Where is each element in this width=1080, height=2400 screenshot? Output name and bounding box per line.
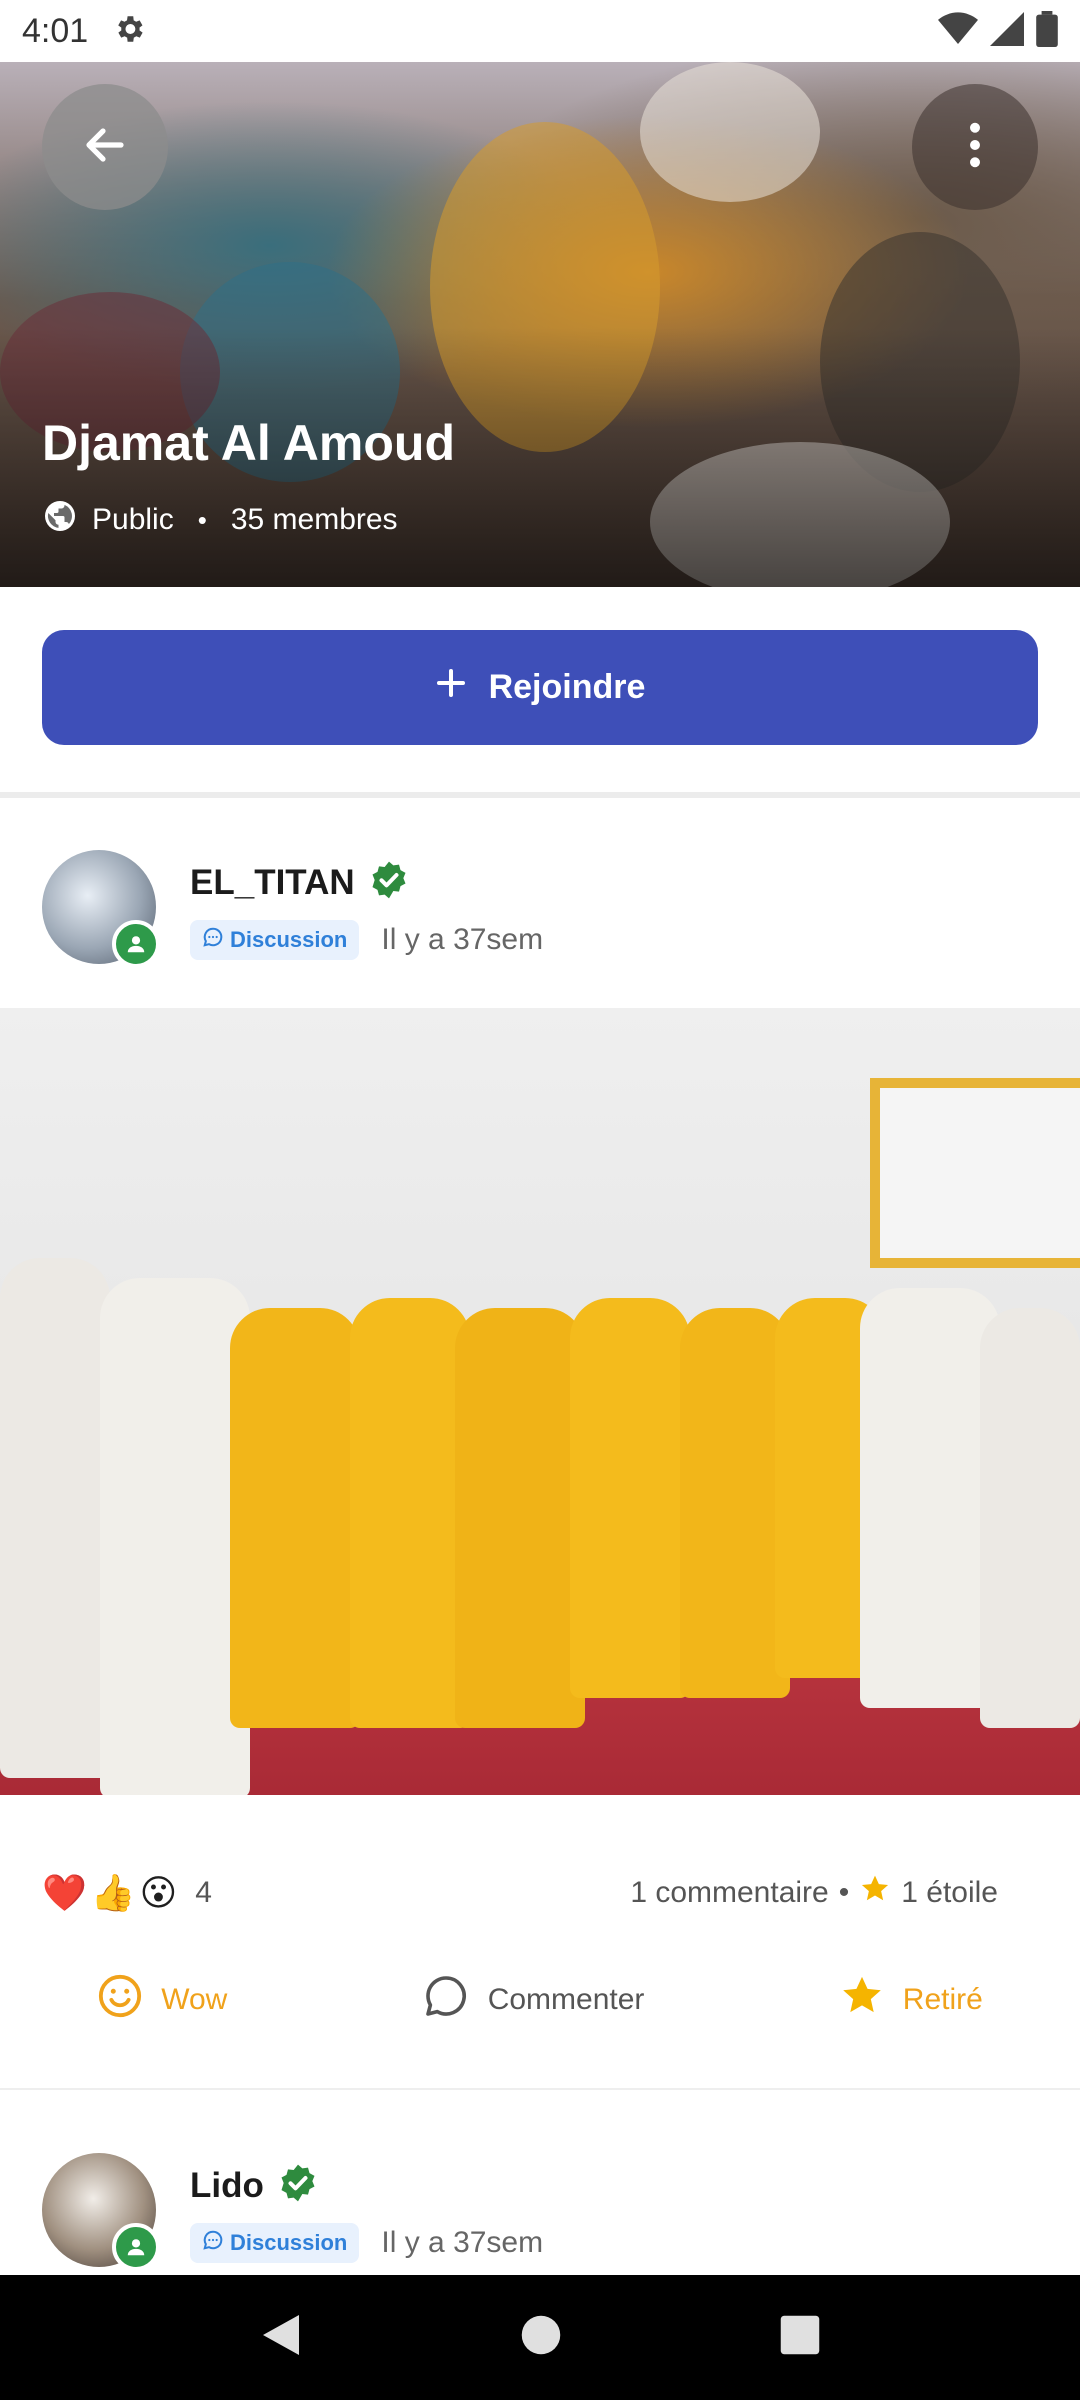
cover-figure: [640, 62, 820, 202]
post-header: EL_TITAN Discussion Il y a 37sem: [42, 850, 1038, 970]
group-privacy: Public: [92, 503, 174, 536]
post-actions: Wow Commenter Retiré: [0, 1960, 1080, 2040]
more-options-button[interactable]: [912, 84, 1038, 210]
stars-count: 1 étoile: [901, 1876, 998, 1909]
robe-figure: [455, 1308, 585, 1728]
meta-separator: •: [197, 504, 207, 535]
sign-board: [870, 1078, 1080, 1268]
star-button-label: Retiré: [902, 1983, 983, 2016]
post-tag-label: Discussion: [230, 2230, 348, 2255]
post-image[interactable]: [0, 1008, 1080, 1795]
back-arrow-icon: [81, 121, 129, 174]
robe-figure: [680, 1308, 790, 1698]
reaction-count: 4: [195, 1876, 212, 1909]
group-cover-image: Djamat Al Amoud Public • 35 membres: [0, 62, 1080, 587]
comment-icon: [422, 1972, 470, 2028]
post-time: Il y a 37sem: [381, 2226, 544, 2259]
cover-figure: [430, 122, 660, 452]
more-vertical-icon: [968, 122, 982, 173]
group-meta: Public • 35 membres: [42, 498, 398, 542]
member-badge: [112, 2223, 160, 2271]
verified-icon: [369, 860, 409, 905]
post-tag-label: Discussion: [230, 927, 348, 952]
post-meta: Discussion Il y a 37sem: [190, 2223, 543, 2263]
back-button[interactable]: [42, 84, 168, 210]
battery-icon: [1036, 10, 1058, 52]
author-name[interactable]: EL_TITAN: [190, 863, 355, 903]
comment-button-label: Commenter: [487, 1983, 645, 2016]
robe-figure: [860, 1288, 1000, 1708]
stats-separator: •: [838, 1876, 850, 1909]
robe-figure: [350, 1298, 470, 1728]
post-tag[interactable]: Discussion: [190, 2223, 360, 2263]
post-header: Lido Discussion Il y a 37sem: [42, 2153, 1038, 2273]
wow-emoji: 😮: [139, 1872, 178, 1913]
join-group-button[interactable]: Rejoindre: [42, 630, 1038, 745]
reaction-summary[interactable]: ❤️ 👍 😮 4: [42, 1872, 212, 1914]
author-name[interactable]: Lido: [190, 2166, 264, 2206]
group-title: Djamat Al Amoud: [42, 415, 455, 471]
reaction-button[interactable]: Wow: [97, 1973, 227, 2027]
smiley-icon: [97, 1973, 143, 2027]
robe-figure: [230, 1308, 360, 1728]
avatar[interactable]: [42, 2153, 160, 2271]
thumbs-up-emoji: 👍: [90, 1872, 136, 1913]
post-time: Il y a 37sem: [381, 923, 544, 956]
recents-square-icon[interactable]: [779, 2314, 821, 2361]
status-right: [938, 10, 1058, 52]
cover-figure: [650, 442, 950, 587]
status-bar: 4:01: [0, 0, 1080, 62]
reactions-row: ❤️ 👍 😮 4 1 commentaire • 1 étoile: [42, 1868, 1038, 1918]
heart-emoji: ❤️: [42, 1872, 87, 1913]
group-members[interactable]: 35 membres: [231, 503, 398, 537]
verified-icon: [278, 2163, 318, 2208]
signal-icon: [990, 11, 1024, 51]
wifi-icon: [938, 11, 978, 51]
post-divider: [0, 2088, 1080, 2090]
plus-icon: [435, 667, 467, 708]
member-badge: [112, 920, 160, 968]
reaction-button-label: Wow: [161, 1983, 228, 2016]
post-tag[interactable]: Discussion: [190, 920, 360, 960]
robe-figure: [570, 1298, 690, 1698]
robe-figure: [100, 1278, 250, 1795]
back-triangle-icon[interactable]: [259, 2311, 303, 2364]
star-icon: [859, 1873, 891, 1913]
author-row: Lido: [190, 2163, 318, 2208]
globe-icon: [42, 498, 78, 542]
robe-figure: [980, 1308, 1080, 1728]
star-icon: [839, 1973, 885, 2027]
status-left: 4:01: [22, 12, 146, 51]
gear-icon: [112, 12, 146, 51]
comment-button[interactable]: Commenter: [422, 1972, 645, 2028]
post-meta: Discussion Il y a 37sem: [190, 920, 543, 960]
post-stats: 1 commentaire • 1 étoile: [630, 1873, 998, 1913]
avatar[interactable]: [42, 850, 160, 968]
robe-figure: [0, 1258, 110, 1778]
chat-icon: [202, 926, 224, 954]
section-divider: [0, 792, 1080, 798]
chat-icon: [202, 2229, 224, 2257]
home-circle-icon[interactable]: [520, 2314, 562, 2361]
star-button[interactable]: Retiré: [839, 1973, 983, 2027]
join-button-label: Rejoindre: [488, 668, 646, 706]
comments-count[interactable]: 1 commentaire: [630, 1876, 828, 1910]
author-row: EL_TITAN: [190, 860, 409, 905]
status-time: 4:01: [22, 11, 89, 50]
cover-figure: [820, 232, 1020, 492]
system-nav-bar: [0, 2275, 1080, 2400]
